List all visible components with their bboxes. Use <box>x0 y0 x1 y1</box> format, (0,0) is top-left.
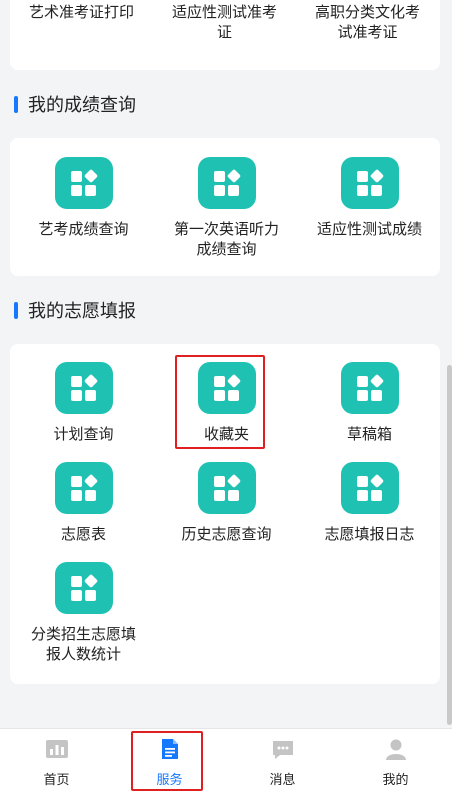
tab-messages[interactable]: 消息 <box>226 737 339 788</box>
grid-icon <box>197 462 256 514</box>
tab-label: 消息 <box>269 773 296 788</box>
score-card: 艺考成绩查询 第一次英语听力成绩查询 适应性测试成绩 <box>10 138 440 276</box>
service-label: 适应性测试成绩 <box>316 220 422 238</box>
tab-home[interactable]: 首页 <box>0 737 113 788</box>
service-label: 志愿填报日志 <box>324 525 415 543</box>
grid-icon <box>197 157 256 209</box>
bottom-tab-bar: 首页 服务 消息 我的 <box>0 728 452 793</box>
service-label: 计划查询 <box>53 425 114 443</box>
service-english-listening-score[interactable]: 第一次英语听力成绩查询 <box>155 157 298 259</box>
scrollbar-thumb[interactable] <box>447 365 452 725</box>
message-icon <box>271 737 295 761</box>
home-chart-icon <box>45 737 69 761</box>
service-drafts[interactable]: 草稿箱 <box>298 362 441 444</box>
grid-icon <box>54 157 113 209</box>
section-title-score: 我的成绩查询 <box>14 92 136 116</box>
top-item-label: 适应性测试准考证 <box>171 3 277 41</box>
services-tab-highlight-box <box>131 731 203 791</box>
section-title-text: 我的成绩查询 <box>28 95 136 116</box>
grid-icon <box>340 362 399 414</box>
user-icon <box>384 737 408 761</box>
top-item-adaptive-ticket[interactable]: 适应性测试准考证 <box>153 2 296 42</box>
tab-label: 首页 <box>43 773 70 788</box>
service-volunteer-table[interactable]: 志愿表 <box>12 462 155 544</box>
service-category-stats[interactable]: 分类招生志愿填报人数统计 <box>12 562 155 664</box>
top-item-label: 高职分类文化考试准考证 <box>314 3 420 41</box>
service-adaptive-test-score[interactable]: 适应性测试成绩 <box>298 157 441 239</box>
section-accent-bar <box>14 95 18 113</box>
service-label: 分类招生志愿填报人数统计 <box>30 625 136 663</box>
top-item-art-ticket[interactable]: 艺术准考证打印 <box>10 2 153 22</box>
service-art-score[interactable]: 艺考成绩查询 <box>12 157 155 239</box>
section-title-volunteer: 我的志愿填报 <box>14 298 136 322</box>
service-label: 艺考成绩查询 <box>38 220 129 238</box>
section-accent-bar <box>14 301 18 319</box>
grid-icon <box>54 462 113 514</box>
service-plan-query[interactable]: 计划查询 <box>12 362 155 444</box>
top-item-label: 艺术准考证打印 <box>28 3 134 21</box>
grid-icon <box>340 462 399 514</box>
service-history-query[interactable]: 历史志愿查询 <box>155 462 298 544</box>
service-label: 志愿表 <box>60 525 106 543</box>
service-label: 第一次英语听力成绩查询 <box>173 220 279 258</box>
favorites-highlight-box <box>175 355 265 449</box>
section-title-text: 我的志愿填报 <box>28 301 136 322</box>
grid-icon <box>340 157 399 209</box>
service-filling-log[interactable]: 志愿填报日志 <box>298 462 441 544</box>
tab-profile[interactable]: 我的 <box>339 737 452 788</box>
exam-ticket-card: 艺术准考证打印 适应性测试准考证 高职分类文化考试准考证 <box>10 0 440 70</box>
grid-icon <box>54 562 113 614</box>
service-label: 草稿箱 <box>346 425 392 443</box>
tab-label: 我的 <box>382 773 409 788</box>
service-label: 历史志愿查询 <box>181 525 272 543</box>
top-item-vocational-ticket[interactable]: 高职分类文化考试准考证 <box>296 2 439 42</box>
grid-icon <box>54 362 113 414</box>
